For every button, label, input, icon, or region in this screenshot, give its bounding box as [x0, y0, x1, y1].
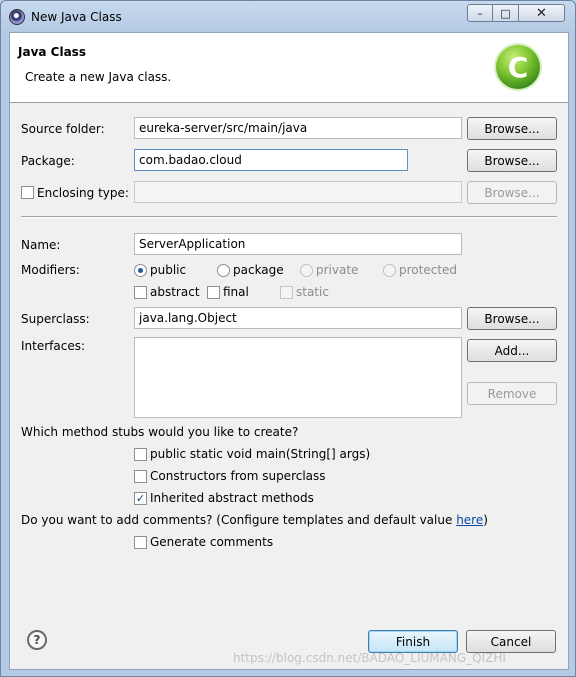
- source-folder-field[interactable]: eureka-server/src/main/java: [134, 117, 462, 139]
- superclass-label: Superclass:: [21, 312, 90, 326]
- constructors-checkbox[interactable]: [134, 470, 147, 483]
- add-interface-button[interactable]: Add...: [467, 339, 557, 362]
- title-bar[interactable]: New Java Class – □ ✕: [1, 1, 575, 31]
- main-method-label: public static void main(String[] args): [150, 447, 371, 461]
- modifier-package-radio[interactable]: [217, 264, 230, 277]
- final-label: final: [223, 285, 249, 299]
- maximize-button[interactable]: □: [493, 4, 519, 22]
- configure-templates-link[interactable]: here: [456, 513, 483, 527]
- enclosing-type-browse-button: Browse...: [467, 181, 557, 204]
- comments-question-close: ): [483, 513, 488, 527]
- name-label: Name:: [21, 238, 61, 252]
- comments-question-text: Do you want to add comments? (Configure …: [21, 513, 457, 527]
- static-checkbox: [280, 286, 293, 299]
- inherited-abstract-label: Inherited abstract methods: [150, 491, 314, 505]
- new-java-class-dialog: New Java Class – □ ✕ Java Class Create a…: [0, 0, 576, 677]
- method-stubs-question: Which method stubs would you like to cre…: [21, 425, 299, 439]
- interfaces-label: Interfaces:: [21, 339, 86, 353]
- separator: [21, 216, 557, 218]
- banner-title: Java Class: [18, 45, 86, 59]
- wizard-banner: Java Class Create a new Java class. C: [10, 33, 568, 103]
- comments-question: Do you want to add comments? (Configure …: [21, 513, 488, 527]
- package-field[interactable]: com.badao.cloud: [134, 149, 408, 171]
- package-label: Package:: [21, 154, 75, 168]
- superclass-browse-button[interactable]: Browse...: [467, 307, 557, 330]
- generate-comments-checkbox[interactable]: [134, 536, 147, 549]
- modifier-private-label: private: [316, 263, 359, 277]
- watermark-text: https://blog.csdn.net/BADAO_LIUMANG_QIZH…: [233, 651, 506, 665]
- java-class-icon: C: [496, 45, 540, 89]
- static-label: static: [296, 285, 329, 299]
- final-checkbox[interactable]: [207, 286, 220, 299]
- modifier-public-label: public: [150, 263, 187, 277]
- minimize-button[interactable]: –: [467, 4, 493, 22]
- inherited-abstract-checkbox[interactable]: ✓: [134, 492, 147, 505]
- modifiers-label: Modifiers:: [21, 263, 80, 277]
- class-name-field[interactable]: ServerApplication: [134, 233, 462, 255]
- remove-interface-button: Remove: [467, 382, 557, 405]
- source-folder-browse-button[interactable]: Browse...: [467, 117, 557, 140]
- enclosing-type-label: Enclosing type:: [37, 186, 129, 200]
- superclass-field[interactable]: java.lang.Object: [134, 307, 462, 329]
- banner-description: Create a new Java class.: [25, 70, 172, 84]
- finish-button[interactable]: Finish: [368, 630, 458, 653]
- eclipse-icon: [9, 9, 25, 25]
- modifier-protected-label: protected: [399, 263, 458, 277]
- abstract-checkbox[interactable]: [134, 286, 147, 299]
- cancel-button[interactable]: Cancel: [466, 630, 556, 653]
- enclosing-type-field: [134, 181, 462, 203]
- constructors-label: Constructors from superclass: [150, 469, 326, 483]
- package-browse-button[interactable]: Browse...: [467, 149, 557, 172]
- modifier-protected-radio: [383, 264, 396, 277]
- modifier-public-radio[interactable]: [134, 264, 147, 277]
- close-button[interactable]: ✕: [519, 4, 565, 22]
- abstract-label: abstract: [150, 285, 200, 299]
- dialog-body: Java Class Create a new Java class. C So…: [9, 32, 569, 670]
- generate-comments-label: Generate comments: [150, 535, 274, 549]
- window-title: New Java Class: [31, 10, 122, 24]
- enclosing-type-checkbox[interactable]: [21, 186, 34, 199]
- modifier-private-radio: [300, 264, 313, 277]
- interfaces-list[interactable]: [134, 337, 462, 418]
- modifier-package-label: package: [233, 263, 284, 277]
- help-icon[interactable]: ?: [27, 630, 47, 650]
- main-method-checkbox[interactable]: [134, 448, 147, 461]
- source-folder-label: Source folder:: [21, 122, 105, 136]
